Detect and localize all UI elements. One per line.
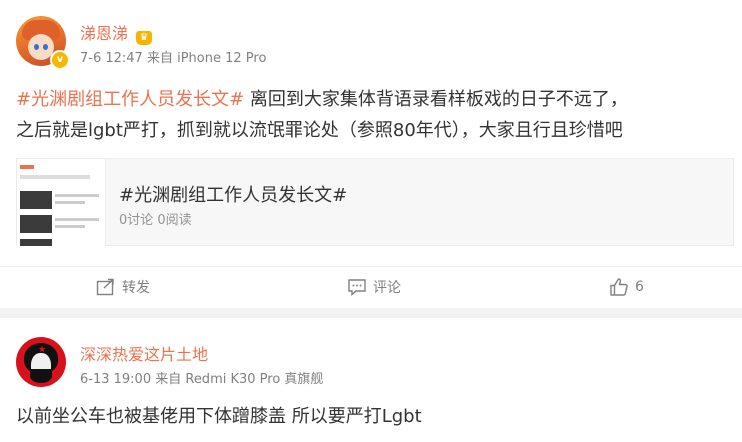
author-name-text: 涕恩涕 xyxy=(80,24,129,43)
post-meta: 7-6 12:47 来自 iPhone 12 Pro xyxy=(80,51,267,66)
thumbs-up-icon xyxy=(610,278,628,296)
vip-crown-icon: ♛ xyxy=(136,31,153,45)
comment-button[interactable]: 评论 xyxy=(347,267,401,307)
comment-icon xyxy=(348,279,366,296)
topic-card-stats: 0讨论 0阅读 xyxy=(119,213,192,228)
like-count: 6 xyxy=(635,279,644,295)
comment-author-name[interactable]: 深深热爱这片土地 xyxy=(80,341,208,365)
topic-card-title: #光渊剧组工作人员发长文# xyxy=(119,185,348,206)
post-text-line1: 离回到大家集体背语录看样板戏的日子不远了， xyxy=(244,89,628,110)
thumb-line xyxy=(55,194,99,197)
thumb-image xyxy=(20,239,52,246)
weibo-post-card: v 涕恩涕 ♛ 7-6 12:47 来自 iPhone 12 Pro #光渊剧组工… xyxy=(0,0,742,308)
thumb-bar xyxy=(20,165,34,169)
repost-label: 转发 xyxy=(122,280,150,296)
verified-badge-icon: v xyxy=(50,50,70,70)
comment-label: 评论 xyxy=(373,280,401,296)
post-author-name[interactable]: 涕恩涕 ♛ xyxy=(80,20,153,45)
post-action-bar: 转发 评论 6 xyxy=(0,266,742,307)
thumb-line xyxy=(55,218,99,221)
post-text-line2: 之后就是lgbt严打，抓到就以流氓罪论处（参照80年代），大家且行且珍惜吧 xyxy=(16,120,623,141)
star-icon: ★ xyxy=(38,345,47,355)
avatar-eye xyxy=(34,44,39,50)
thumb-line xyxy=(55,225,85,228)
thumb-image xyxy=(20,191,52,209)
avatar[interactable]: ★ xyxy=(16,337,66,387)
repost-icon xyxy=(96,278,114,296)
thumb-bar xyxy=(20,175,90,179)
like-button[interactable]: 6 xyxy=(609,267,644,307)
thumb-image xyxy=(20,215,52,233)
comment-text: 以前坐公车也被基佬用下体蹭膝盖 所以要严打Lgbt xyxy=(16,406,422,427)
comment-meta: 6-13 19:00 来自 Redmi K30 Pro 真旗舰 xyxy=(80,372,324,387)
avatar-beard xyxy=(30,369,52,383)
topic-link[interactable]: #光渊剧组工作人员发长文# xyxy=(16,89,244,110)
comment-card: ★ 深深热爱这片土地 6-13 19:00 来自 Redmi K30 Pro 真… xyxy=(0,318,742,442)
avatar-eye xyxy=(43,44,48,50)
topic-thumbnail xyxy=(17,159,106,246)
thumb-line xyxy=(55,201,85,204)
repost-button[interactable]: 转发 xyxy=(96,267,150,307)
post-content: #光渊剧组工作人员发长文# 离回到大家集体背语录看样板戏的日子不远了， 之后就是… xyxy=(16,84,732,146)
topic-card[interactable]: #光渊剧组工作人员发长文# 0讨论 0阅读 xyxy=(16,158,734,246)
